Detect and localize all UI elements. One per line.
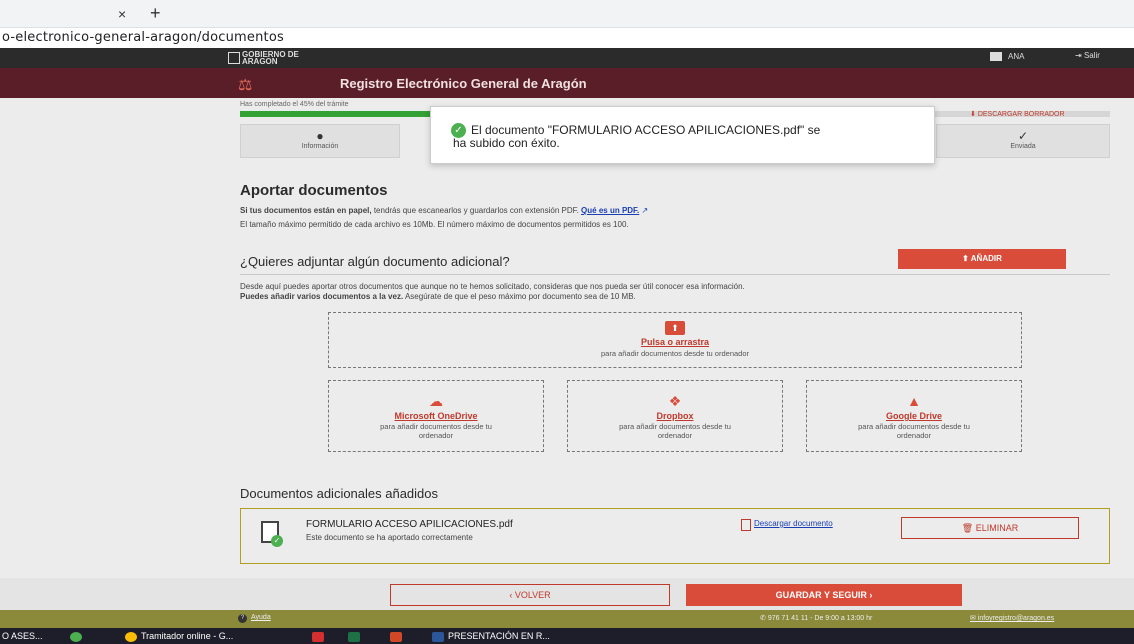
upload-icon: ⬆	[962, 254, 971, 263]
dropzone-title: Pulsa o arrastra	[640, 337, 710, 347]
dropbox-icon: ❖	[668, 393, 682, 409]
step-informacion[interactable]: ● Información	[240, 124, 400, 158]
download-document-link[interactable]: Descargar documento	[741, 519, 861, 531]
main-content: Aportar documentos Si tus documentos est…	[0, 168, 1134, 578]
chrome-icon	[70, 631, 82, 642]
google-drive-dropzone[interactable]: ▲ Google Drive para añadir documentos de…	[806, 380, 1022, 452]
add-button[interactable]: ⬆ AÑADIR	[898, 249, 1066, 269]
file-icon	[741, 519, 751, 531]
page: GOBIERNO DE ARAGON ANA ⇥ Salir ⚖ Registr…	[0, 48, 1134, 628]
user-menu[interactable]: ANA	[990, 52, 1024, 62]
download-icon: ⬇	[970, 111, 978, 118]
gov-header: GOBIERNO DE ARAGON ANA ⇥ Salir	[0, 48, 1134, 68]
onedrive-dropzone[interactable]: ☁ Microsoft OneDrive para añadir documen…	[328, 380, 544, 452]
save-continue-button[interactable]: GUARDAR Y SEGUIR ›	[686, 584, 962, 606]
step-enviada[interactable]: ✓ Enviada	[936, 124, 1110, 158]
onedrive-icon: ☁	[429, 393, 443, 409]
folder-icon	[990, 52, 1002, 62]
page-title: Aportar documentos	[240, 182, 388, 199]
external-link-icon: ↗	[639, 206, 649, 215]
user-icon: ●	[316, 129, 324, 143]
success-toast: ✓ El documento "FORMULARIO ACCESO APILIC…	[430, 106, 935, 164]
phone-icon: ✆	[760, 615, 768, 622]
document-name: FORMULARIO ACCESO APILICACIONES.pdf	[306, 519, 513, 530]
footer-actions: ‹ VOLVER GUARDAR Y SEGUIR ›	[0, 578, 1134, 610]
logo-icon	[228, 52, 240, 64]
powerpoint-icon	[390, 631, 402, 642]
help-link[interactable]: ? Ayuda	[238, 614, 271, 623]
taskbar-item[interactable]: Tramitador online - G...	[125, 628, 233, 644]
taskbar-item[interactable]: O ASES...	[2, 628, 43, 644]
back-button[interactable]: ‹ VOLVER	[390, 584, 670, 606]
exit-icon: ⇥	[1075, 51, 1084, 60]
taskbar-acrobat-icon[interactable]	[312, 628, 328, 644]
email-link[interactable]: ✉ infoyregistro@aragon.es	[970, 614, 1054, 622]
download-draft-link[interactable]: ⬇ DESCARGAR BORRADOR	[970, 110, 1065, 118]
chevron-right-icon: ›	[866, 590, 873, 600]
taskbar: O ASES... Tramitador online - G... PRESE…	[0, 628, 1134, 644]
help-bar: ? Ayuda ✆ 976 71 41 11 - De 9:00 a 13:00 …	[0, 610, 1134, 628]
document-status: Este documento se ha aportado correctame…	[306, 533, 473, 542]
dropzone-sub: para añadir documentos desde tu ordenado…	[600, 349, 750, 358]
additional-desc: Desde aquí puedes aportar otros document…	[240, 282, 745, 291]
app-header: ⚖ Registro Electrónico General de Aragón	[0, 68, 1134, 98]
tab-close-button[interactable]: ×	[118, 6, 126, 22]
acrobat-icon	[312, 631, 324, 642]
exit-button[interactable]: ⇥ Salir	[1075, 51, 1100, 60]
delete-button[interactable]: 🗑 ELIMINAR	[901, 517, 1079, 539]
dropbox-dropzone[interactable]: ❖ Dropbox para añadir documentos desde t…	[567, 380, 783, 452]
upload-dropzone[interactable]: ⬆ Pulsa o arrastra para añadir documento…	[328, 312, 1022, 368]
browser-tab-bar: × +	[0, 0, 1134, 28]
mail-icon: ✉	[970, 615, 978, 622]
added-document-row: ✓ FORMULARIO ACCESO APILICACIONES.pdf Es…	[240, 508, 1110, 564]
upload-icon: ⬆	[665, 321, 685, 335]
info-size: El tamaño máximo permitido de cada archi…	[240, 220, 629, 229]
taskbar-chrome-icon[interactable]	[70, 628, 86, 644]
toast-message: El documento "FORMULARIO ACCESO APILICAC…	[453, 123, 821, 150]
address-bar[interactable]: o-electronico-general-aragon/documentos	[0, 28, 1134, 48]
app-title: Registro Electrónico General de Aragón	[340, 76, 587, 91]
taskbar-item[interactable]: PRESENTACIÓN EN R...	[432, 628, 550, 644]
gov-logo[interactable]: GOBIERNO DE ARAGON	[228, 51, 318, 66]
added-docs-heading: Documentos adicionales añadidos	[240, 486, 439, 501]
trash-icon: 🗑	[961, 523, 976, 533]
word-icon	[432, 631, 444, 642]
scales-icon: ⚖	[238, 77, 253, 94]
taskbar-powerpoint-icon[interactable]	[390, 628, 406, 644]
additional-heading: ¿Quieres adjuntar algún documento adicio…	[240, 254, 510, 269]
check-icon: ✓	[271, 535, 283, 547]
help-icon: ?	[238, 614, 247, 623]
divider	[240, 274, 1110, 275]
progress-text: Has completado el 45% del trámite	[240, 101, 349, 108]
phone-info: ✆ 976 71 41 11 - De 9:00 a 13:00 hr	[760, 615, 873, 622]
what-is-pdf-link[interactable]: Qué es un PDF.	[581, 206, 639, 215]
taskbar-excel-icon[interactable]	[348, 628, 364, 644]
check-icon: ✓	[1017, 129, 1029, 143]
additional-desc-2: Puedes añadir varios documentos a la vez…	[240, 292, 636, 301]
excel-icon	[348, 631, 360, 642]
chrome-icon	[125, 631, 137, 642]
new-tab-button[interactable]: +	[150, 3, 161, 24]
google-drive-icon: ▲	[907, 393, 921, 409]
info-paper: Si tus documentos están en papel, tendrá…	[240, 206, 649, 215]
